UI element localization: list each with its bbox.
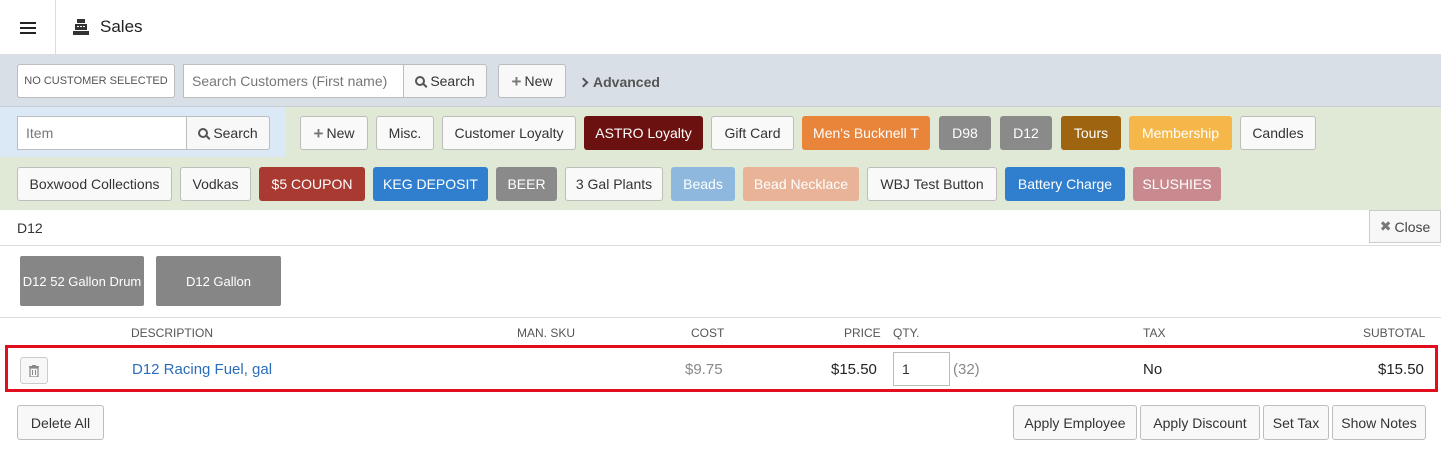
table-row: D12 Racing Fuel, gal $9.75 $15.50 (32) N… [5, 345, 1438, 392]
delete-row-button[interactable] [20, 357, 48, 384]
customer-bar: NO CUSTOMER SELECTED Search + New Advanc… [0, 55, 1441, 107]
wbj-test-button[interactable]: WBJ Test Button [867, 167, 997, 201]
new-customer-label: New [524, 73, 553, 89]
advanced-toggle[interactable]: Advanced [578, 74, 660, 90]
customer-search-button[interactable]: Search [403, 64, 487, 98]
plus-icon: + [511, 71, 522, 91]
new-item-label: New [326, 125, 355, 141]
item-search-button[interactable]: Search [186, 116, 270, 150]
page-title: Sales [72, 17, 143, 37]
beer-button[interactable]: BEER [496, 167, 557, 201]
advanced-label: Advanced [593, 74, 660, 90]
close-icon: ✖ [1379, 218, 1392, 234]
close-category-button[interactable]: ✖ Close [1369, 210, 1441, 243]
bead-necklace-button[interactable]: Bead Necklace [743, 167, 859, 201]
page-title-text: Sales [100, 17, 143, 36]
five-dollar-coupon-button[interactable]: $5 COUPON [259, 167, 365, 201]
top-bar: Sales [0, 0, 1441, 55]
customer-loyalty-button[interactable]: Customer Loyalty [442, 116, 576, 150]
d12-button[interactable]: D12 [1000, 116, 1052, 150]
chevron-right-icon [578, 77, 589, 87]
item-description-link[interactable]: D12 Racing Fuel, gal [132, 361, 272, 378]
item-search-input[interactable] [17, 116, 187, 150]
col-qty: QTY. [893, 326, 920, 340]
customer-search-label: Search [430, 73, 475, 89]
misc-button[interactable]: Misc. [376, 116, 434, 150]
table-header: DESCRIPTION MAN. SKU COST PRICE QTY. TAX… [0, 317, 1441, 345]
item-price: $15.50 [831, 361, 877, 378]
apply-employee-button[interactable]: Apply Employee [1013, 405, 1137, 440]
gift-card-button[interactable]: Gift Card [711, 116, 794, 150]
item-subtotal: $15.50 [1378, 361, 1424, 378]
new-item-button[interactable]: + New [300, 116, 368, 150]
col-cost: COST [691, 326, 725, 340]
candles-button[interactable]: Candles [1240, 116, 1316, 150]
d98-button[interactable]: D98 [939, 116, 991, 150]
new-customer-button[interactable]: + New [498, 64, 566, 98]
trash-icon [29, 364, 39, 377]
close-label: Close [1394, 218, 1431, 235]
astro-loyalty-button[interactable]: ASTRO Loyalty [584, 116, 703, 150]
show-notes-button[interactable]: Show Notes [1332, 405, 1426, 440]
item-search-label: Search [213, 125, 258, 141]
category-bar: D12 [0, 210, 1441, 246]
three-gal-plants-button[interactable]: 3 Gal Plants [565, 167, 663, 201]
beads-button[interactable]: Beads [671, 167, 735, 201]
customer-search-input[interactable] [183, 64, 404, 98]
col-subtotal: SUBTOTAL [1363, 326, 1426, 340]
category-title: D12 [17, 220, 43, 236]
keg-deposit-button[interactable]: KEG DEPOSIT [373, 167, 488, 201]
apply-discount-button[interactable]: Apply Discount [1140, 405, 1260, 440]
product-d12-52-gallon-drum[interactable]: D12 52 Gallon Drum [20, 256, 144, 306]
vodkas-button[interactable]: Vodkas [180, 167, 251, 201]
col-man-sku: MAN. SKU [517, 326, 576, 340]
search-icon [198, 128, 209, 138]
col-tax: TAX [1143, 326, 1166, 340]
no-customer-selected-button[interactable]: NO CUSTOMER SELECTED [17, 64, 175, 98]
tours-button[interactable]: Tours [1061, 116, 1121, 150]
product-d12-gallon[interactable]: D12 Gallon [156, 256, 281, 306]
mens-bucknell-t-button[interactable]: Men's Bucknell T [802, 116, 930, 150]
battery-charge-button[interactable]: Battery Charge [1005, 167, 1125, 201]
cash-register-icon [72, 18, 90, 36]
item-tax: No [1143, 361, 1163, 378]
col-price: PRICE [844, 326, 881, 340]
search-icon [415, 76, 426, 86]
item-cost: $9.75 [685, 361, 723, 378]
stock-count: (32) [953, 361, 980, 378]
qty-input[interactable] [893, 352, 950, 386]
plus-icon: + [313, 123, 324, 143]
col-description: DESCRIPTION [131, 326, 214, 340]
slushies-button[interactable]: SLUSHIES [1133, 167, 1221, 201]
boxwood-collections-button[interactable]: Boxwood Collections [17, 167, 172, 201]
item-area: Search + New Misc. Customer Loyalty ASTR… [0, 107, 1441, 210]
set-tax-button[interactable]: Set Tax [1263, 405, 1329, 440]
delete-all-button[interactable]: Delete All [17, 405, 104, 440]
membership-button[interactable]: Membership [1129, 116, 1232, 150]
hamburger-icon[interactable] [0, 0, 56, 55]
